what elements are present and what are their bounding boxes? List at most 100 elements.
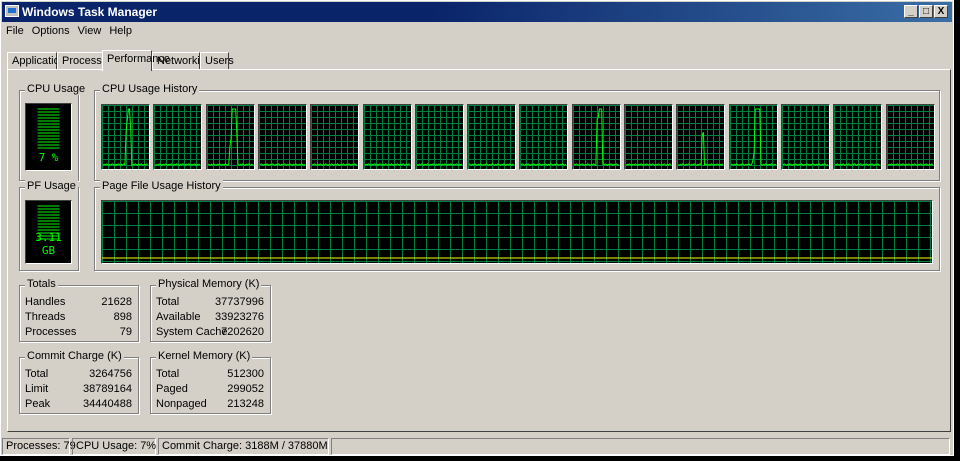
window-title: Windows Task Manager bbox=[22, 5, 158, 19]
totals-processes-value: 79 bbox=[119, 326, 132, 338]
cpu-meter-segment bbox=[37, 123, 60, 125]
commit-charge-label: Commit Charge (K) bbox=[25, 350, 124, 362]
commit-total-value: 3264756 bbox=[89, 368, 132, 380]
totals-handles-value: 21628 bbox=[101, 296, 132, 308]
totals-row-processes: Processes 79 bbox=[20, 326, 138, 340]
physical-memory-row-available: Available 33923276 bbox=[151, 311, 270, 325]
menu-view[interactable]: View bbox=[75, 25, 105, 37]
physical-total-label: Total bbox=[156, 296, 180, 308]
cpu-meter-segment bbox=[37, 138, 60, 140]
cpu-usage-history-label: CPU Usage History bbox=[100, 83, 200, 95]
close-button[interactable]: X bbox=[934, 5, 948, 18]
cpu-usage-label: CPU Usage bbox=[25, 83, 88, 95]
task-manager-icon bbox=[5, 5, 19, 17]
cpu-core-plot bbox=[572, 105, 620, 169]
cpu-core-graph bbox=[885, 104, 935, 170]
kernel-row-paged: Paged 299052 bbox=[151, 383, 270, 397]
cpu-core-plot bbox=[363, 105, 411, 169]
cpu-usage-group: CPU Usage 7 % bbox=[19, 83, 88, 181]
task-manager-window: Windows Task Manager _ □ X File Options Vi… bbox=[0, 0, 954, 456]
kernel-memory-group: Kernel Memory (K) Total 512300 Paged 29905… bbox=[150, 350, 271, 414]
cpu-core-graph bbox=[624, 104, 673, 170]
physical-memory-group: Physical Memory (K) Total 37737996 Availa… bbox=[150, 278, 271, 342]
physical-available-label: Available bbox=[156, 311, 201, 323]
totals-processes-label: Processes bbox=[25, 326, 77, 338]
cpu-core-graph bbox=[310, 104, 360, 170]
performance-panel: CPU Usage 7 % CPU Usage History PF Usage… bbox=[7, 69, 951, 432]
cpu-meter-segment bbox=[37, 111, 60, 113]
pf-meter-segment bbox=[37, 211, 60, 213]
cpu-core-graph bbox=[467, 104, 517, 170]
cpu-usage-value: 7 % bbox=[38, 151, 59, 164]
tab-applications[interactable]: Applications bbox=[7, 52, 71, 70]
cpu-meter-segment bbox=[37, 114, 60, 116]
kernel-paged-value: 299052 bbox=[227, 383, 264, 395]
tab-performance[interactable]: Performance bbox=[102, 50, 170, 71]
cpu-core-plot bbox=[415, 105, 463, 169]
cpu-core-graph bbox=[205, 104, 255, 170]
tab-processes[interactable]: Processes bbox=[57, 52, 113, 70]
kernel-memory-label: Kernel Memory (K) bbox=[156, 350, 253, 362]
cpu-core-plot bbox=[625, 105, 672, 169]
commit-limit-label: Limit bbox=[25, 383, 49, 395]
pf-meter-segment bbox=[37, 220, 60, 222]
cpu-core-plot bbox=[154, 105, 202, 169]
kernel-nonpaged-value: 213248 bbox=[227, 398, 264, 410]
cpu-core-plot bbox=[311, 105, 359, 169]
physical-memory-label: Physical Memory (K) bbox=[156, 278, 262, 290]
kernel-total-label: Total bbox=[156, 368, 180, 380]
pf-meter-segment bbox=[37, 226, 60, 228]
commit-row-peak: Peak 34440488 bbox=[20, 398, 138, 412]
cpu-core-graph bbox=[676, 104, 726, 170]
totals-handles-label: Handles bbox=[25, 296, 66, 308]
cpu-meter-segment bbox=[37, 120, 60, 122]
commit-total-label: Total bbox=[25, 368, 49, 380]
physical-available-value: 33923276 bbox=[215, 311, 264, 323]
title-bar[interactable]: Windows Task Manager _ □ X bbox=[2, 2, 952, 22]
cpu-meter-segment bbox=[37, 144, 60, 146]
maximize-button[interactable]: □ bbox=[919, 5, 933, 18]
minimize-button[interactable]: _ bbox=[904, 5, 918, 18]
status-processes: Processes: 79 bbox=[2, 438, 76, 455]
cpu-core-plot bbox=[781, 105, 829, 169]
physical-memory-row-system-cache: System Cache 7202620 bbox=[151, 326, 270, 340]
physical-memory-row-total: Total 37737996 bbox=[151, 296, 270, 310]
cpu-usage-meter: 7 % bbox=[25, 103, 72, 171]
physical-cache-value: 7202620 bbox=[221, 326, 264, 338]
cpu-core-graph bbox=[833, 104, 883, 170]
cpu-core-plot bbox=[206, 105, 254, 169]
commit-charge-group: Commit Charge (K) Total 3264756 Limit 3878… bbox=[19, 350, 139, 414]
menu-file[interactable]: File bbox=[3, 25, 27, 37]
cpu-meter-segment bbox=[37, 135, 60, 137]
cpu-core-graph bbox=[153, 104, 203, 170]
status-bar: Processes: 79 CPU Usage: 7% Commit Charg… bbox=[2, 438, 952, 455]
cpu-core-plot bbox=[520, 105, 568, 169]
page-file-history-group: Page File Usage History bbox=[94, 180, 940, 271]
commit-peak-value: 34440488 bbox=[83, 398, 132, 410]
totals-threads-label: Threads bbox=[25, 311, 66, 323]
kernel-paged-label: Paged bbox=[156, 383, 188, 395]
cpu-core-plot bbox=[886, 105, 934, 169]
commit-row-total: Total 3264756 bbox=[20, 368, 138, 382]
cpu-core-graph bbox=[728, 104, 778, 170]
kernel-total-value: 512300 bbox=[227, 368, 264, 380]
pf-usage-meter: 3.11 GB bbox=[25, 200, 72, 264]
cpu-core-plot bbox=[677, 105, 725, 169]
menu-help[interactable]: Help bbox=[106, 25, 135, 37]
status-empty bbox=[331, 438, 950, 455]
pf-meter-segment bbox=[37, 208, 60, 210]
physical-total-value: 37737996 bbox=[215, 296, 264, 308]
cpu-core-graph bbox=[362, 104, 412, 170]
commit-row-limit: Limit 38789164 bbox=[20, 383, 138, 397]
pf-usage-label: PF Usage bbox=[25, 180, 78, 192]
totals-threads-value: 898 bbox=[113, 311, 132, 323]
tab-users[interactable]: Users bbox=[200, 52, 234, 70]
totals-label: Totals bbox=[25, 278, 58, 290]
status-commit-charge: Commit Charge: 3188M / 37880M bbox=[158, 438, 329, 455]
cpu-core-graph bbox=[780, 104, 830, 170]
cpu-meter-segment bbox=[37, 108, 60, 110]
menu-options[interactable]: Options bbox=[29, 25, 73, 37]
cpu-core-plot bbox=[468, 105, 516, 169]
cpu-core-graph bbox=[414, 104, 464, 170]
cpu-core-plot bbox=[258, 105, 306, 169]
